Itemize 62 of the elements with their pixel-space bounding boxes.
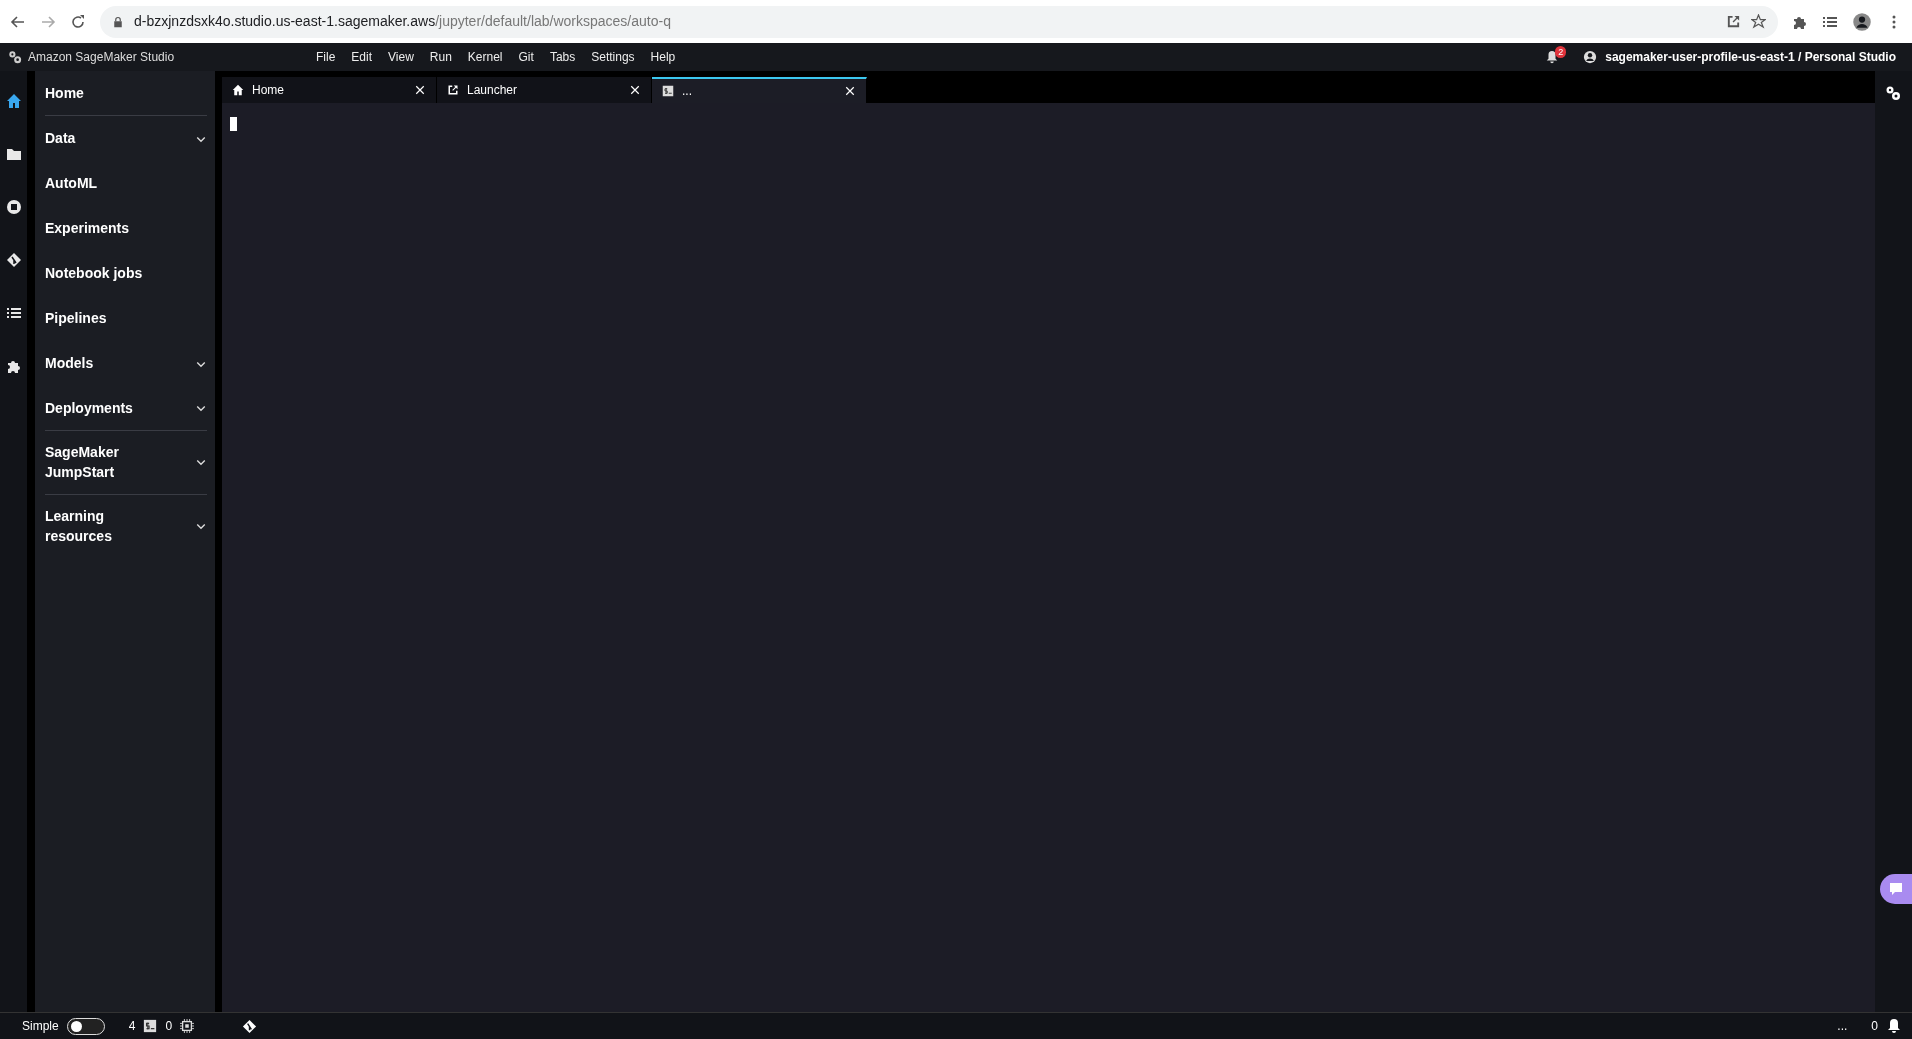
home-icon [232,84,244,96]
bell-icon[interactable] [1545,50,1560,64]
notification-count: 0 [1871,1018,1878,1035]
menu-item[interactable]: Git [510,48,542,66]
menu-item[interactable]: Run [421,48,460,66]
notification-count: 2 [1555,46,1567,58]
sidebar-item[interactable]: SageMaker JumpStart [45,431,207,495]
external-link-icon [447,84,459,96]
terminal-icon [143,1019,158,1033]
menu-item[interactable]: File [308,48,344,66]
chat-button[interactable] [1880,874,1912,904]
menu-item[interactable]: Tabs [541,48,584,66]
sidebar-item[interactable]: Experiments [45,206,207,251]
close-icon[interactable] [629,84,641,96]
lock-icon [112,15,124,28]
star-icon[interactable] [1751,14,1766,29]
reload-icon[interactable] [70,13,86,30]
list-icon[interactable] [5,305,22,321]
terminal-icon [662,85,674,97]
sidebar-item[interactable]: Home [45,71,207,116]
stop-icon[interactable] [5,199,22,215]
settings-icon[interactable] [1885,85,1901,101]
folder-icon[interactable] [5,146,22,162]
tab[interactable]: Home [222,77,437,103]
sidebar-item[interactable]: Deployments [45,386,207,431]
git-icon[interactable] [5,252,22,268]
user-icon [1583,50,1598,64]
menu-item[interactable]: Edit [343,48,381,66]
back-icon[interactable] [10,13,26,30]
toggle-switch[interactable] [66,1017,105,1035]
chip-icon [180,1019,195,1033]
sidebar-item[interactable]: Pipelines [45,296,207,341]
bell-icon[interactable] [1886,1018,1902,1034]
tab[interactable]: ... [652,77,867,103]
close-icon[interactable] [414,84,426,96]
profile-icon[interactable] [1852,11,1872,32]
git-icon[interactable] [242,1018,258,1034]
address-bar[interactable]: d-bzxjnzdsxk4o.studio.us-east-1.sagemaker.aws/jupyter/default/lab/workspaces/auto-q [100,5,1778,38]
kernel-count: 0 [165,1018,173,1035]
mode-label: Simple [22,1018,59,1035]
menu-item[interactable]: Settings [583,48,643,66]
status-text: ... [1837,1018,1848,1035]
share-icon[interactable] [1726,14,1741,29]
menu-item[interactable]: View [380,48,422,66]
menu-item[interactable]: Kernel [459,48,511,66]
sidebar-item[interactable]: Data [45,116,207,161]
user-profile-name[interactable]: sagemaker-user-profile-us-east-1 / Personal Studio [1605,48,1896,66]
tab[interactable]: Launcher [437,77,652,103]
url-text: d-bzxjnzdsxk4o.studio.us-east-1.sagemaker.aws/jupyter/default/lab/workspaces/auto-q [134,12,671,31]
home-icon[interactable] [5,93,22,109]
terminal-count: 4 [128,1018,136,1035]
menu-item[interactable]: Help [642,48,684,66]
app-title: Amazon SageMaker Studio [28,49,176,66]
puzzle-icon[interactable] [5,358,22,374]
close-icon[interactable] [844,85,856,97]
logo-icon [8,50,22,64]
sidebar-item[interactable]: Notebook jobs [45,251,207,296]
sidebar-item[interactable]: Models [45,341,207,386]
sidebar-item[interactable]: AutoML [45,161,207,206]
chat-icon [1888,881,1904,897]
sidebar-item[interactable]: Learning resources [45,494,207,558]
text-cursor [230,117,237,131]
